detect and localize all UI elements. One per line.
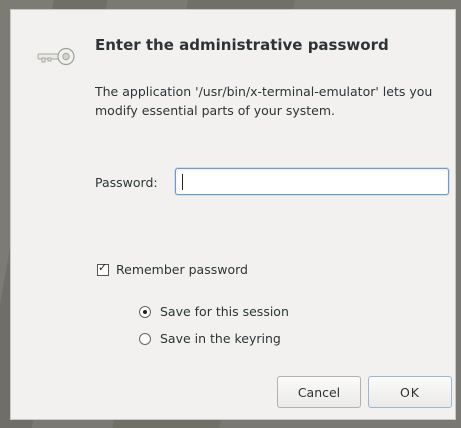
password-input[interactable]: [175, 168, 449, 195]
dialog-title: Enter the administrative password: [95, 36, 389, 54]
dialog-description: The application '/usr/bin/x-terminal-emu…: [95, 84, 433, 118]
save-keyring-label: Save in the keyring: [160, 331, 281, 346]
key-icon: [37, 47, 75, 66]
text-caret: [182, 174, 183, 190]
save-session-radio[interactable]: Save for this session: [139, 304, 289, 319]
checkbox-checked-icon: [97, 261, 109, 276]
remember-password-label: Remember password: [116, 262, 248, 277]
save-keyring-radio[interactable]: Save in the keyring: [139, 331, 281, 346]
save-session-label: Save for this session: [160, 304, 289, 319]
password-label: Password:: [95, 175, 158, 190]
remember-password-checkbox[interactable]: Remember password: [97, 261, 248, 277]
ok-button[interactable]: OK: [368, 376, 452, 408]
radio-selected-icon: [139, 305, 151, 318]
radio-unselected-icon: [139, 332, 151, 345]
cancel-button[interactable]: Cancel: [277, 376, 361, 408]
password-dialog: Enter the administrative password The ap…: [10, 9, 456, 420]
